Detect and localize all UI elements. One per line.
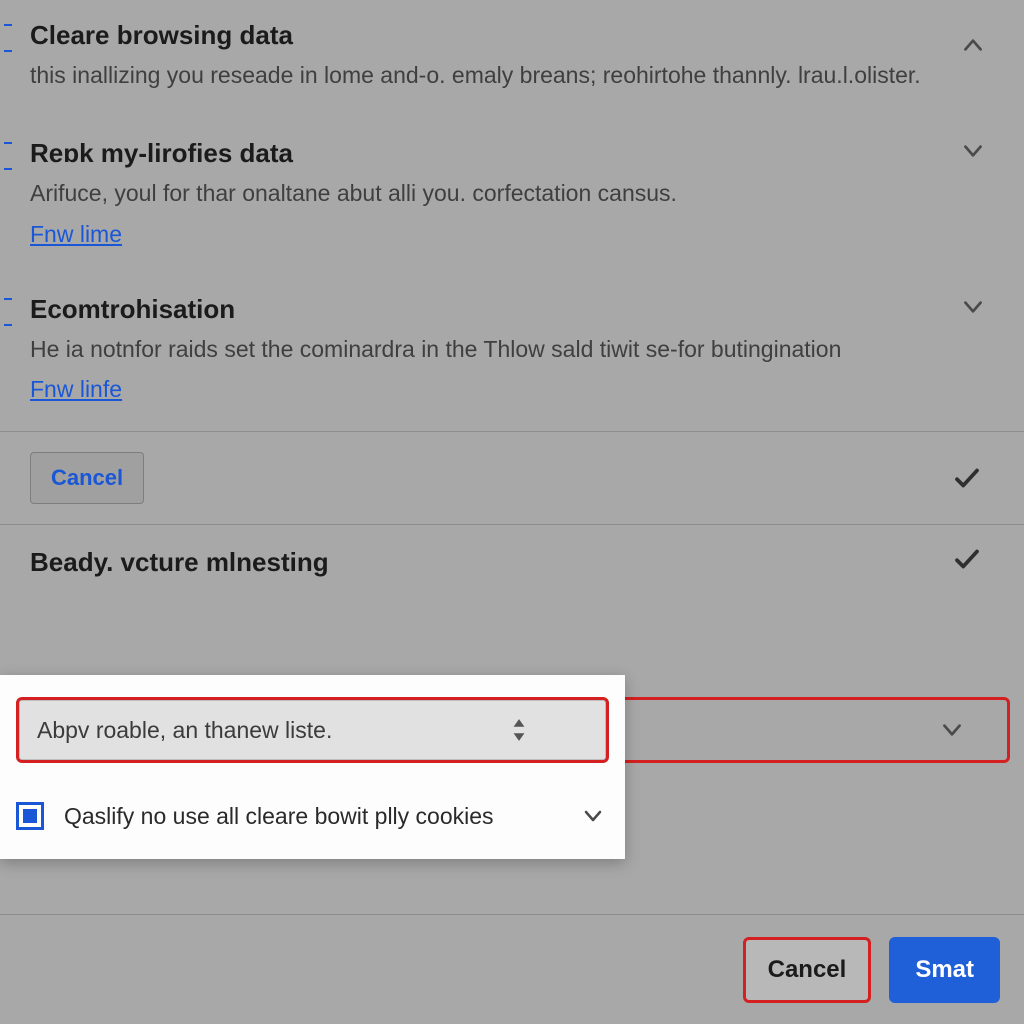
chevron-down-icon[interactable] bbox=[960, 138, 986, 164]
checkbox-row[interactable]: Qaslify no use all cleare bowit plly coo… bbox=[0, 791, 625, 841]
sort-icon bbox=[510, 717, 528, 743]
section-link[interactable]: Fnw linfe bbox=[30, 376, 122, 403]
checkbox[interactable] bbox=[16, 802, 44, 830]
section-title: Beady. vcture mlnesting bbox=[30, 547, 994, 578]
checkbox-checked-icon bbox=[23, 809, 37, 823]
cancel-button[interactable]: Cancel bbox=[30, 452, 144, 504]
section-description: this inallizing you reseade in lome and-… bbox=[30, 59, 994, 92]
checkbox-label: Qaslify no use all cleare bowit plly coo… bbox=[64, 803, 561, 830]
section-beady-vcture[interactable]: Beady. vcture mlnesting bbox=[0, 525, 1024, 594]
footer-bar: Cancel Smat bbox=[0, 914, 1024, 1024]
check-icon bbox=[952, 544, 982, 574]
chevron-up-icon[interactable] bbox=[960, 32, 986, 58]
highlight-extension bbox=[625, 697, 1010, 763]
section-title: Reɒk my-lirofies data bbox=[30, 138, 994, 169]
popup-panel: Abpv roable, an thanew liste. Qaslify no… bbox=[0, 675, 625, 859]
settings-screen: Cleare browsing data this inallizing you… bbox=[0, 0, 1024, 1024]
section-description: He ia notnfor raids set the cominardra i… bbox=[30, 333, 994, 366]
section-marker bbox=[4, 24, 12, 52]
check-icon bbox=[952, 463, 982, 493]
chevron-down-icon[interactable] bbox=[960, 294, 986, 320]
footer-submit-button[interactable]: Smat bbox=[889, 937, 1000, 1003]
footer-cancel-button[interactable]: Cancel bbox=[743, 937, 872, 1003]
section-ecomtrohisation[interactable]: Ecomtrohisation He ia notnfor raids set … bbox=[0, 266, 1024, 431]
cancel-row: Cancel bbox=[0, 431, 1024, 525]
dropdown-field[interactable]: Abpv roable, an thanew liste. bbox=[16, 697, 609, 763]
chevron-down-icon bbox=[939, 717, 965, 743]
section-my-lirofies-data[interactable]: Reɒk my-lirofies data Arifuce, youl for … bbox=[0, 110, 1024, 265]
section-marker bbox=[4, 142, 12, 170]
section-link[interactable]: Fnw lime bbox=[30, 221, 122, 248]
dropdown-text: Abpv roable, an thanew liste. bbox=[37, 717, 332, 744]
section-marker bbox=[4, 298, 12, 326]
section-clear-browsing-data[interactable]: Cleare browsing data this inallizing you… bbox=[0, 0, 1024, 110]
chevron-down-icon[interactable] bbox=[581, 804, 605, 828]
section-description: Arifuce, youl for thar onaltane abut all… bbox=[30, 177, 994, 210]
section-title: Cleare browsing data bbox=[30, 20, 994, 51]
section-title: Ecomtrohisation bbox=[30, 294, 994, 325]
